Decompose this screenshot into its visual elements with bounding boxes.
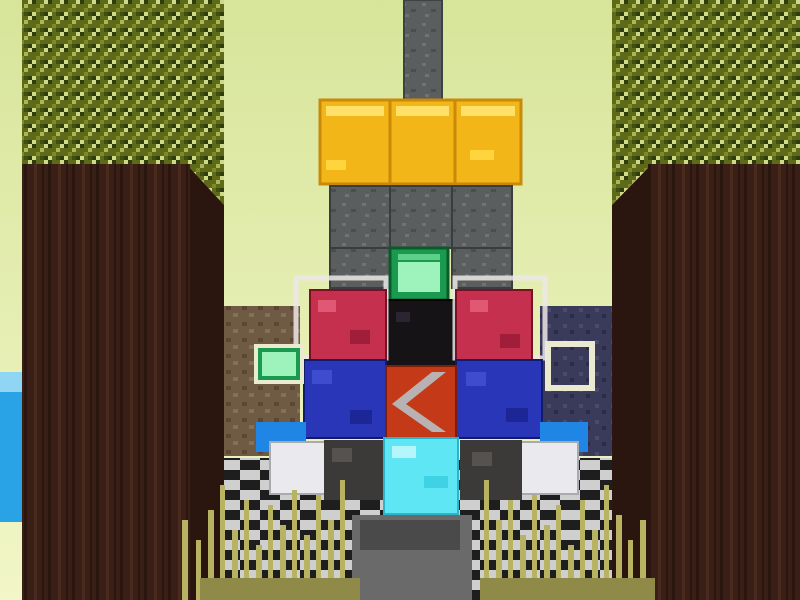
stone-pillar-top (404, 0, 442, 100)
oak-tree-left (22, 0, 224, 600)
diamond-block (383, 437, 459, 515)
gold-block-row (318, 98, 523, 186)
oak-tree-right (612, 0, 800, 600)
game-viewport[interactable] (0, 0, 800, 600)
obsidian-block (385, 299, 457, 367)
quartz-block-right (517, 441, 579, 495)
redstone-block-right (455, 289, 533, 361)
emerald-block (388, 246, 450, 302)
lapis-block-left (303, 359, 387, 439)
lapis-block-right (455, 359, 543, 439)
redstone-block-left (309, 289, 387, 361)
dark-block-right (460, 440, 522, 500)
quartz-block-left (269, 441, 329, 495)
chevron-block (385, 365, 457, 439)
